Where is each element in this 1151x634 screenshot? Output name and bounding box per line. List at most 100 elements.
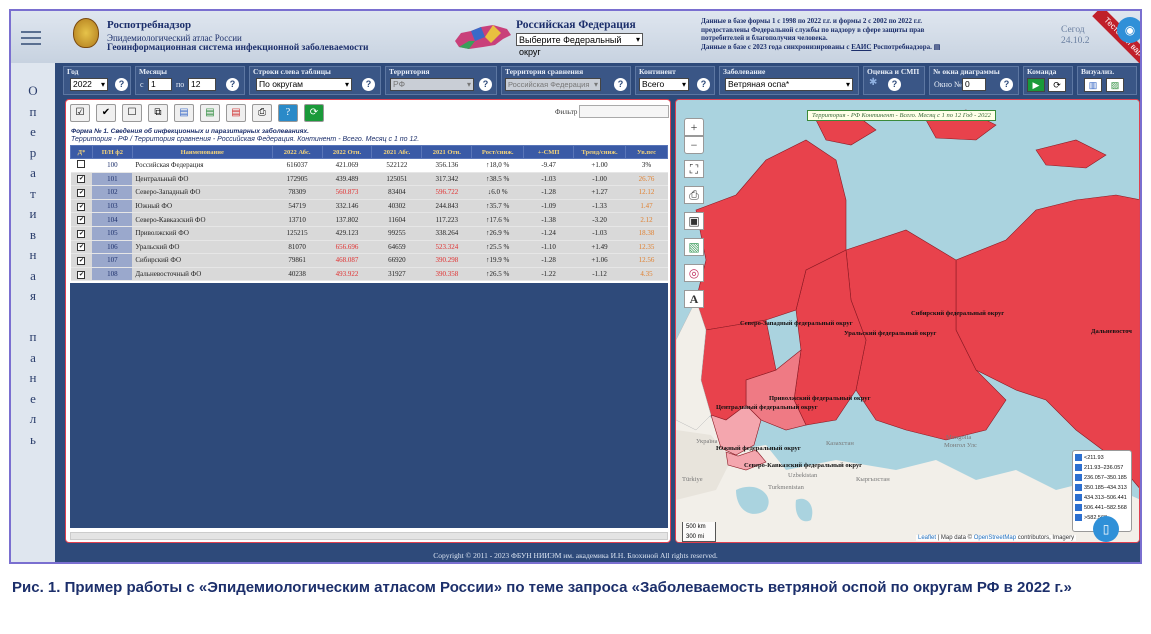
uncheck-icon[interactable]: ☐ [122,104,142,122]
year-select[interactable]: 2022 [70,78,108,91]
print-icon[interactable]: ⎙ [252,104,272,122]
column-header[interactable]: Ув.пес [624,145,669,159]
column-header[interactable]: +-СМП [523,145,575,159]
refresh-icon[interactable]: ⟳ [1048,78,1066,92]
column-header[interactable]: 2022 Абс. [271,145,323,159]
color-palette-icon[interactable]: ◎ [684,264,704,282]
year-value: 2022 [73,79,92,89]
side-panel-letter: н [29,247,37,262]
cell-uv: 26.76 [625,172,668,187]
zoom-in-button[interactable]: + [684,118,704,136]
table-row[interactable]: 100 Российская Федерация 616037 421.069 5221… [70,158,668,173]
help-icon[interactable]: ? [1000,78,1013,91]
legend-row[interactable]: 506.441–582.568 [1075,503,1129,513]
table-row[interactable]: ✔ 101 Центральный ФО 172905 439.489 125051 317… [70,172,668,187]
fullscreen-icon[interactable]: ⛶ [684,160,704,178]
save-icon[interactable]: ▣ [684,212,704,230]
side-panel-letter: и [29,206,37,221]
horizontal-scrollbar[interactable] [70,532,668,540]
column-header[interactable]: 2022 Отн. [321,145,373,159]
window-input[interactable]: 0 [962,78,986,91]
bar-chart-icon[interactable]: ▥ [1084,78,1102,92]
cell-a22: 13710 [272,212,323,227]
word-icon[interactable]: ▤ [174,104,194,122]
check-icon[interactable]: ✔ [96,104,116,122]
operative-panel[interactable]: Оперативнаяпанель [11,63,55,562]
eais-link[interactable]: ЕАИС [851,43,871,51]
checked-checkbox-icon[interactable]: ✔ [77,243,86,252]
help-icon[interactable]: ? [614,78,627,91]
help-icon[interactable]: ? [479,78,492,91]
legend-row[interactable]: <211.93 [1075,453,1129,463]
zoom-out-button[interactable]: − [684,136,704,154]
row-checkbox-cell: ✔ [70,199,93,214]
table-row[interactable]: ✔ 108 Дальневосточный ФО 40238 493.922 31927 3… [70,267,668,282]
checkbox-icon[interactable] [77,160,86,169]
osm-link[interactable]: OpenStreetMap [974,535,1016,541]
help-icon[interactable]: ? [362,78,375,91]
help-icon[interactable]: ? [226,78,239,91]
column-header[interactable]: 2021 Абс. [371,145,423,159]
continent-group: Континент Всего ? [635,66,715,95]
country-title: Российская Федерация [516,19,636,31]
help-icon[interactable]: ? [697,78,710,91]
legend-row[interactable]: 236.057–350.185 [1075,473,1129,483]
territory-select[interactable]: РФ [390,78,474,91]
compare-select[interactable]: Российская Федерация [505,78,601,91]
text-label-icon[interactable]: A [684,290,704,308]
column-header[interactable]: П/Н ф2 [91,145,133,159]
help-icon[interactable]: ? [888,78,901,91]
table-row[interactable]: ✔ 104 Северо-Кавказский ФО 13710 137.802 1160… [70,212,668,227]
checked-checkbox-icon[interactable]: ✔ [77,175,86,184]
column-header[interactable]: Д* [70,145,93,159]
check-all-icon[interactable]: ☑ [70,104,90,122]
checked-checkbox-icon[interactable]: ✔ [77,202,86,211]
table-row[interactable]: ✔ 106 Уральский ФО 81070 656.696 64659 523.324… [70,240,668,255]
table-row[interactable]: ✔ 107 Сибирский ФО 79861 468.087 66920 390.298… [70,253,668,268]
print-icon[interactable]: ⎙ [684,186,704,204]
column-header[interactable]: Наименование [131,145,273,159]
image-icon[interactable]: ▨ [1106,78,1124,92]
month-to-input[interactable]: 12 [188,78,216,91]
cell-uv: 18.38 [625,226,668,241]
checked-checkbox-icon[interactable]: ✔ [77,216,86,225]
help-icon[interactable]: ? [278,104,298,122]
cell-num: 101 [92,172,133,187]
disease-select[interactable]: Ветряная оспа* [725,78,853,91]
play-icon[interactable]: ▶ [1027,78,1045,92]
table-row[interactable]: ✔ 102 Северо-Западный ФО 78309 560.873 83404 5… [70,185,668,200]
column-header[interactable]: Рост/сниж. [471,145,525,159]
pdf-icon[interactable]: ▤ [226,104,246,122]
column-header[interactable]: Тренд/сниж. [573,145,626,159]
column-header[interactable]: 2021 Отн. [421,145,473,159]
legend-row[interactable]: 211.93–236.057 [1075,463,1129,473]
continent-select[interactable]: Всего [639,78,689,91]
month-from-input[interactable]: 1 [148,78,172,91]
filter-input[interactable] [579,105,669,118]
hamburger-menu-icon[interactable] [21,31,41,45]
checkbox-icon [1075,484,1082,492]
copy-icon[interactable]: ⧉ [148,104,168,122]
command-label: Команда [1027,67,1057,76]
cell-num: 108 [92,267,133,282]
help-icon[interactable]: ? [115,78,128,91]
gear-icon[interactable]: ✱ [869,77,877,88]
excel-icon[interactable]: ▤ [200,104,220,122]
layers-map-icon[interactable]: ▧ [684,238,704,256]
checked-checkbox-icon[interactable]: ✔ [77,270,86,279]
mobile-icon[interactable]: ▯ [1093,516,1119,542]
leaflet-link[interactable]: Leaflet [918,535,936,541]
checked-checkbox-icon[interactable]: ✔ [77,188,86,197]
legend-row[interactable]: 350.185–434.313 [1075,483,1129,493]
table-row[interactable]: ✔ 105 Приволжский ФО 125215 429.123 99255 338.… [70,226,668,241]
district-select[interactable]: Выберите Федеральный округ [516,33,643,57]
table-row[interactable]: ✔ 103 Южный ФО 54719 332.146 40302 244.843 ↑35.… [70,199,668,214]
refresh-icon[interactable]: ⟳ [304,104,324,122]
cell-a22: 616037 [272,158,323,173]
checked-checkbox-icon[interactable]: ✔ [77,229,86,238]
camera-icon[interactable]: ◉ [1117,17,1140,43]
legend-row[interactable]: 434.313–506.441 [1075,493,1129,503]
rows-select[interactable]: По округам [256,78,352,91]
map-panel[interactable]: + − ⛶ ⎙ ▣ ▧ ◎ A Территория - РФ Континен… [675,99,1140,543]
checked-checkbox-icon[interactable]: ✔ [77,256,86,265]
